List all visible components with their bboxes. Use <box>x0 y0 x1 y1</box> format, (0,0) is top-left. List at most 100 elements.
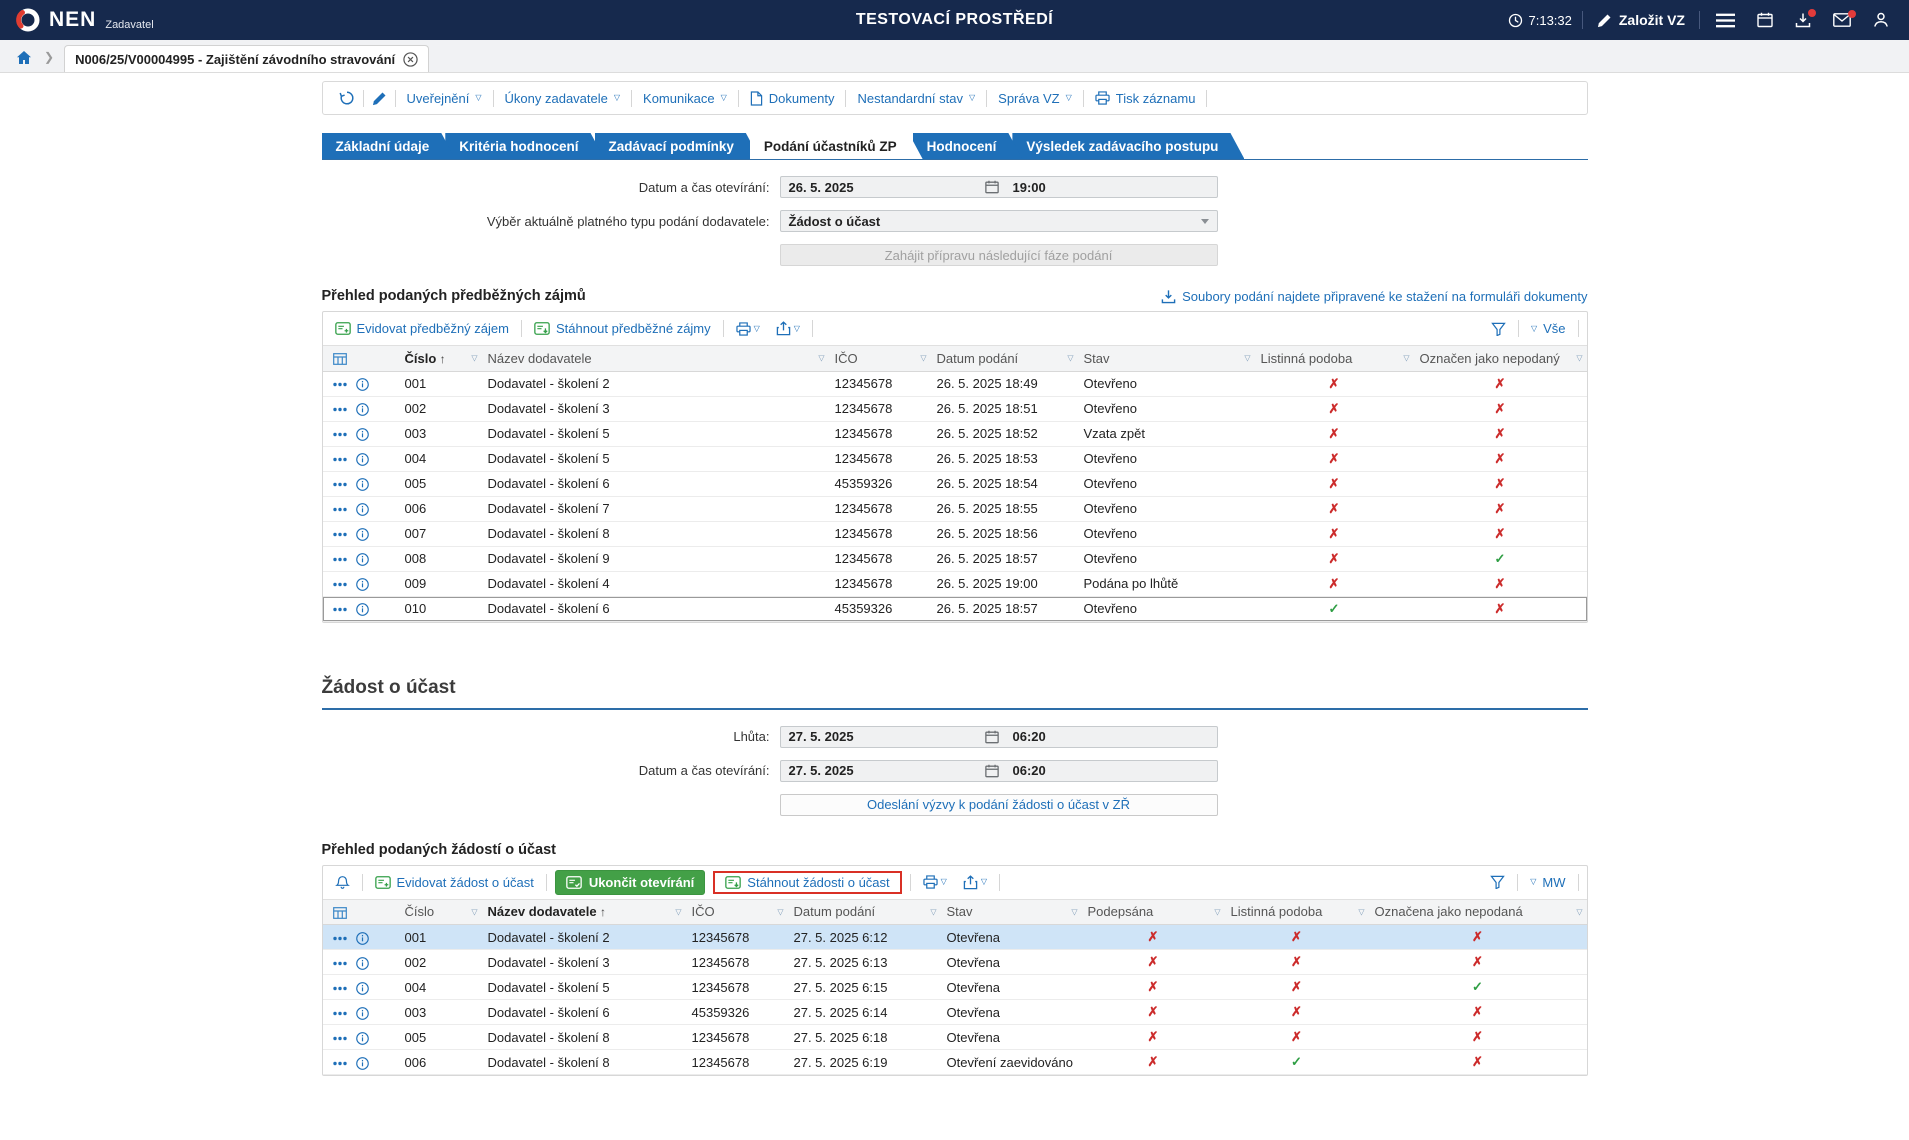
row-info-icon[interactable] <box>356 1057 369 1070</box>
create-vz-button[interactable]: Založit VZ <box>1593 12 1689 28</box>
interest-row[interactable]: 006Dodavatel - školení 71234567826. 5. 2… <box>323 496 1587 521</box>
row-info-icon[interactable] <box>356 403 369 416</box>
col-header-number[interactable]: Číslo ↑▽ <box>399 346 482 371</box>
col-header-not_submitted[interactable]: Označen jako nepodaný▽ <box>1414 346 1587 371</box>
row-info-icon[interactable] <box>356 428 369 441</box>
row-menu-icon[interactable] <box>333 407 347 412</box>
col-header-submitted[interactable]: Datum podání▽ <box>788 900 941 925</box>
row-info-icon[interactable] <box>356 1032 369 1045</box>
row-menu-icon[interactable] <box>333 936 347 941</box>
row-menu-icon[interactable] <box>333 557 347 562</box>
row-menu-icon[interactable] <box>333 1061 347 1066</box>
history-button[interactable] <box>331 90 363 106</box>
tab-zakladni-udaje[interactable]: Základní údaje <box>322 133 456 159</box>
filter-button[interactable] <box>1487 322 1510 336</box>
row-menu-icon[interactable] <box>333 507 347 512</box>
column-settings-header[interactable] <box>323 346 399 371</box>
interest-row[interactable]: 008Dodavatel - školení 91234567826. 5. 2… <box>323 546 1587 571</box>
submission-type-select[interactable]: Žádost o účast <box>780 210 1218 232</box>
menu-button[interactable] <box>1710 9 1741 32</box>
row-info-icon[interactable] <box>356 503 369 516</box>
row-info-icon[interactable] <box>356 478 369 491</box>
row-info-icon[interactable] <box>356 932 369 945</box>
filter-caret-icon[interactable]: ▽ <box>471 907 477 916</box>
deadline-time-input[interactable]: 06:20 <box>1005 729 1217 744</box>
menu-dokumenty[interactable]: Dokumenty <box>739 91 846 106</box>
col-header-paper[interactable]: Listinná podoba▽ <box>1255 346 1414 371</box>
row-menu-icon[interactable] <box>333 1036 347 1041</box>
print-button[interactable]: ▽ <box>919 875 951 889</box>
tab-podani-ucastniku-zp[interactable]: Podání účastníků ZP <box>750 133 923 159</box>
request-row[interactable]: 003Dodavatel - školení 64535932627. 5. 2… <box>323 1000 1587 1025</box>
calendar-icon[interactable] <box>979 730 1005 744</box>
col-header-number[interactable]: Číslo▽ <box>399 900 482 925</box>
register-interest-button[interactable]: Evidovat předběžný zájem <box>331 321 513 336</box>
row-menu-icon[interactable] <box>333 961 347 966</box>
column-settings-header[interactable] <box>323 900 399 925</box>
start-next-phase-button[interactable]: Zahájit přípravu následující fáze podání <box>780 244 1218 266</box>
row-info-icon[interactable] <box>356 982 369 995</box>
view-preset-select[interactable]: ▽ MW <box>1526 875 1569 890</box>
filter-caret-icon[interactable]: ▽ <box>1576 907 1582 916</box>
interest-row[interactable]: 004Dodavatel - školení 51234567826. 5. 2… <box>323 446 1587 471</box>
row-info-icon[interactable] <box>356 1007 369 1020</box>
row-info-icon[interactable] <box>356 603 369 616</box>
filter-caret-icon[interactable]: ▽ <box>1403 354 1409 363</box>
opening-time-input[interactable]: 19:00 <box>1005 180 1217 195</box>
tab-vysledek-zadavaciho-postupu[interactable]: Výsledek zadávacího postupu <box>1012 133 1244 159</box>
watchdog-bell-button[interactable] <box>331 875 354 890</box>
filter-caret-icon[interactable]: ▽ <box>675 907 681 916</box>
col-header-ico[interactable]: IČO▽ <box>686 900 788 925</box>
col-header-supplier[interactable]: Název dodavatele ↑▽ <box>482 900 686 925</box>
deadline-date-input[interactable]: 27. 5. 2025 <box>781 729 979 744</box>
download-requests-button[interactable]: Stáhnout žádosti o účast <box>721 875 893 890</box>
row-info-icon[interactable] <box>356 578 369 591</box>
tab-zadavaci-podminky[interactable]: Zadávací podmínky <box>595 133 760 159</box>
row-menu-icon[interactable] <box>333 607 347 612</box>
col-header-submitted[interactable]: Datum podání▽ <box>931 346 1078 371</box>
row-menu-icon[interactable] <box>333 1011 347 1016</box>
filter-caret-icon[interactable]: ▽ <box>1358 907 1364 916</box>
menu-ukony-zadavatele[interactable]: Úkony zadavatele▽ <box>494 91 632 106</box>
request-row[interactable]: 005Dodavatel - školení 81234567827. 5. 2… <box>323 1025 1587 1050</box>
menu-nestandardni-stav[interactable]: Nestandardní stav▽ <box>846 91 986 106</box>
profile-button[interactable] <box>1867 8 1895 32</box>
filter-caret-icon[interactable]: ▽ <box>1244 354 1250 363</box>
col-header-not_submitted[interactable]: Označena jako nepodaná▽ <box>1369 900 1587 925</box>
request-opening-date-input[interactable]: 27. 5. 2025 <box>781 763 979 778</box>
messages-button[interactable] <box>1827 9 1857 31</box>
downloads-button[interactable] <box>1789 8 1817 32</box>
request-row[interactable]: 002Dodavatel - školení 31234567827. 5. 2… <box>323 950 1587 975</box>
home-button[interactable] <box>10 50 38 72</box>
request-row[interactable]: 006Dodavatel - školení 81234567827. 5. 2… <box>323 1050 1587 1075</box>
filter-caret-icon[interactable]: ▽ <box>777 907 783 916</box>
col-header-paper[interactable]: Listinná podoba▽ <box>1225 900 1369 925</box>
row-menu-icon[interactable] <box>333 532 347 537</box>
nen-brand[interactable]: NEN Zadavatel <box>14 6 154 34</box>
download-interests-button[interactable]: Stáhnout předběžné zájmy <box>530 321 715 336</box>
calendar-icon[interactable] <box>979 180 1005 194</box>
close-record-icon[interactable] <box>403 52 418 67</box>
col-header-status[interactable]: Stav▽ <box>1078 346 1255 371</box>
interest-row[interactable]: 002Dodavatel - školení 31234567826. 5. 2… <box>323 396 1587 421</box>
col-header-ico[interactable]: IČO▽ <box>829 346 931 371</box>
calendar-icon[interactable] <box>979 764 1005 778</box>
interest-row[interactable]: 001Dodavatel - školení 21234567826. 5. 2… <box>323 371 1587 396</box>
finish-opening-button[interactable]: Ukončit otevírání <box>555 870 705 895</box>
row-menu-icon[interactable] <box>333 457 347 462</box>
export-button[interactable]: ▽ <box>959 875 991 890</box>
interest-row[interactable]: 009Dodavatel - školení 41234567826. 5. 2… <box>323 571 1587 596</box>
view-preset-select[interactable]: ▽ Vše <box>1527 321 1570 336</box>
row-menu-icon[interactable] <box>333 986 347 991</box>
row-menu-icon[interactable] <box>333 582 347 587</box>
export-button[interactable]: ▽ <box>772 321 804 336</box>
row-menu-icon[interactable] <box>333 382 347 387</box>
menu-tisk-zaznamu[interactable]: Tisk záznamu <box>1084 91 1207 106</box>
filter-caret-icon[interactable]: ▽ <box>471 354 477 363</box>
filter-caret-icon[interactable]: ▽ <box>930 907 936 916</box>
tab-kriteria-hodnoceni[interactable]: Kritéria hodnocení <box>445 133 604 159</box>
filter-caret-icon[interactable]: ▽ <box>818 354 824 363</box>
interest-row[interactable]: 003Dodavatel - školení 51234567826. 5. 2… <box>323 421 1587 446</box>
row-info-icon[interactable] <box>356 378 369 391</box>
filter-caret-icon[interactable]: ▽ <box>1576 354 1582 363</box>
